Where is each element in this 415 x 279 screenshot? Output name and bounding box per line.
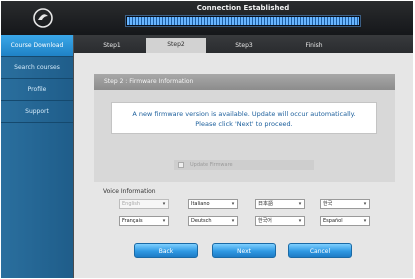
voice-select-korean-2[interactable]: 한국어 ▾	[255, 216, 305, 226]
voice-select-francais[interactable]: Français ▾	[119, 216, 169, 226]
main-content: Step1 Step2 Step3 Finish Step 2 : Firmwa…	[74, 35, 413, 278]
sidebar-item-search-courses[interactable]: Search courses	[1, 57, 73, 79]
voice-select-deutsch[interactable]: Deutsch ▾	[188, 216, 238, 226]
chevron-down-icon: ▾	[363, 218, 367, 224]
step-tabs: Step1 Step2 Step3 Finish	[74, 35, 413, 53]
notice-line-2: Please click 'Next' to proceed.	[195, 120, 293, 128]
sidebar-item-support[interactable]: Support	[1, 101, 73, 123]
header-bar: Connection Established	[1, 1, 413, 35]
chevron-down-icon: ▾	[231, 218, 235, 224]
connection-progress-fill	[127, 17, 359, 25]
update-firmware-row: Update Firmware	[174, 160, 314, 170]
voice-select-espanol[interactable]: Español ▾	[320, 216, 370, 226]
chevron-down-icon: ▾	[162, 201, 166, 207]
firmware-notice: A new firmware version is available. Upd…	[111, 102, 377, 134]
notice-line-1: A new firmware version is available. Upd…	[132, 110, 356, 118]
back-button[interactable]: Back	[134, 243, 198, 258]
update-firmware-checkbox[interactable]	[178, 162, 184, 168]
tab-step1[interactable]: Step1	[82, 39, 142, 53]
sidebar-item-course-download[interactable]: Course Download	[1, 35, 73, 57]
chevron-down-icon: ▾	[363, 201, 367, 207]
tab-finish[interactable]: Finish	[284, 39, 344, 53]
app-window: Connection Established Course Download S…	[1, 1, 413, 278]
voice-select-korean[interactable]: 한국 ▾	[320, 199, 370, 209]
chevron-down-icon: ▾	[298, 218, 302, 224]
panel-heading: Step 2 : Firmware Information	[94, 74, 395, 90]
connection-progress-bar	[125, 15, 361, 27]
sidebar: Course Download Search courses Profile S…	[1, 35, 73, 278]
logo-icon	[33, 8, 53, 28]
chevron-down-icon: ▾	[231, 201, 235, 207]
tab-step3[interactable]: Step3	[214, 39, 274, 53]
chevron-down-icon: ▾	[298, 201, 302, 207]
voice-select-japanese[interactable]: 日本語 ▾	[255, 199, 305, 209]
update-firmware-label: Update Firmware	[190, 162, 233, 168]
firmware-panel: Step 2 : Firmware Information A new firm…	[94, 74, 395, 182]
cancel-button[interactable]: Cancel	[288, 243, 352, 258]
connection-status-title: Connection Established	[196, 4, 290, 12]
sidebar-item-profile[interactable]: Profile	[1, 79, 73, 101]
voice-information-title: Voice Information	[103, 188, 156, 195]
chevron-down-icon: ▾	[162, 218, 166, 224]
voice-select-italiano[interactable]: Italiano ▾	[188, 199, 238, 209]
tab-step2[interactable]: Step2	[146, 38, 206, 53]
next-button[interactable]: Next	[212, 243, 276, 258]
voice-select-english: English ▾	[119, 199, 169, 209]
brand-logo	[15, 6, 71, 30]
